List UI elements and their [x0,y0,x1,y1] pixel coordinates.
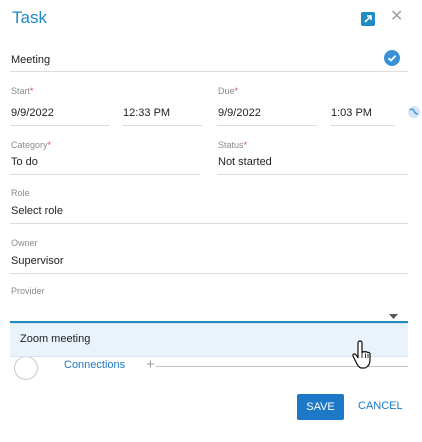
start-time-field[interactable]: 12:33 PM [123,107,170,119]
connections-label[interactable]: Connections [64,359,125,371]
subject-underline [10,71,408,72]
status-label: Status* [218,140,248,150]
owner-field[interactable]: Supervisor [11,255,64,267]
dropdown-option[interactable]: Zoom meeting [20,333,90,345]
globe-icon[interactable] [407,105,421,119]
due-time-field[interactable]: 1:03 PM [331,107,372,119]
role-label: Role [11,188,30,198]
start-date-field[interactable]: 9/9/2022 [11,107,54,119]
cancel-button[interactable]: CANCEL [358,400,403,412]
pointer-cursor-icon [351,340,375,375]
add-connection-button[interactable]: + [146,356,155,373]
dialog-title: Task [12,8,47,27]
close-icon[interactable]: ✕ [390,9,403,25]
subject-field[interactable]: Meeting [11,54,50,66]
due-date-field[interactable]: 9/9/2022 [218,107,261,119]
provider-dropdown: Zoom meeting [10,323,408,357]
due-label: Due* [218,86,239,96]
save-button[interactable]: SAVE [297,394,344,420]
expand-icon[interactable] [361,12,375,26]
role-field[interactable]: Select role [11,205,63,217]
provider-label: Provider [11,286,45,296]
owner-label: Owner [11,238,38,248]
provider-input[interactable] [10,300,408,320]
check-icon[interactable] [384,50,400,66]
start-label: Start* [11,86,34,96]
status-field[interactable]: Not started [218,156,272,168]
connection-icon[interactable] [14,356,38,380]
category-field[interactable]: To do [11,156,38,168]
category-label: Category* [11,140,52,150]
